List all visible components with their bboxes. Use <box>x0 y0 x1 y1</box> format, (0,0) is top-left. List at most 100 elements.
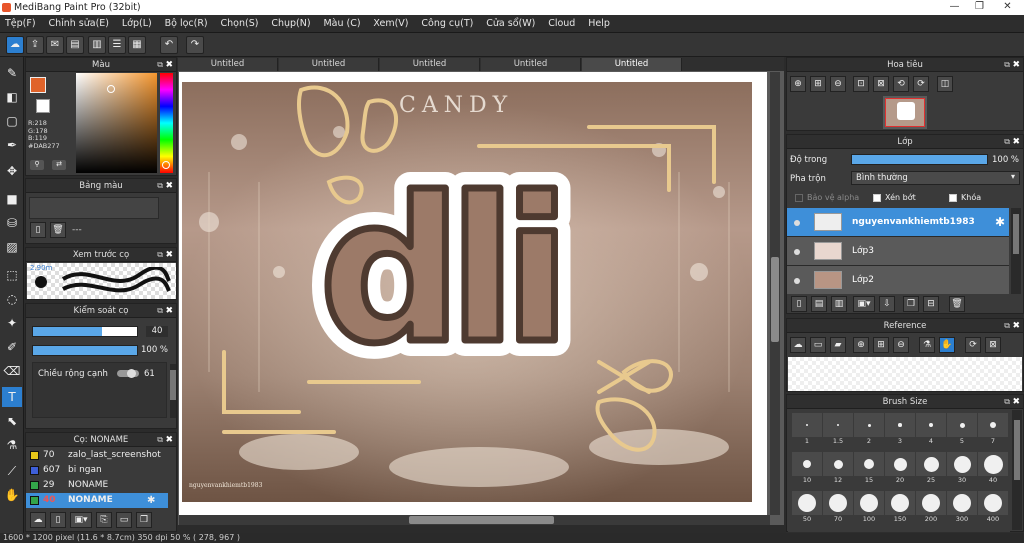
menu-help[interactable]: Help <box>583 15 615 33</box>
cloud-reference-icon[interactable]: ☁ <box>790 337 806 353</box>
flip-icon[interactable]: ◫ <box>937 76 953 92</box>
brush-size-option[interactable]: 50 <box>792 491 822 527</box>
vertical-scrollbar[interactable] <box>770 72 780 515</box>
reference-image-icon[interactable]: ▰ <box>830 337 846 353</box>
rect-fill-icon[interactable]: ■ <box>2 189 22 209</box>
brush-opacity-slider[interactable] <box>32 345 138 356</box>
delete-layer-icon[interactable]: 🗑 <box>949 296 965 312</box>
minimize-button[interactable]: — <box>942 0 967 15</box>
new-layer-icon[interactable]: ▯ <box>791 296 807 312</box>
tab-untitled-3[interactable]: Untitled <box>380 58 480 71</box>
eye-icon[interactable] <box>794 220 800 226</box>
eye-icon[interactable] <box>794 278 800 284</box>
layer-opacity-slider[interactable] <box>851 154 988 165</box>
sv-picker-handle[interactable] <box>107 85 115 93</box>
saturation-value-picker[interactable] <box>76 73 157 173</box>
close-icon[interactable]: ✖ <box>165 304 173 318</box>
tab-untitled-5[interactable]: Untitled <box>582 58 682 71</box>
grid-icon[interactable]: ▦ <box>128 36 146 54</box>
brush-size-option[interactable]: 4 <box>916 413 946 449</box>
brush-size-option[interactable]: 20 <box>885 452 915 488</box>
tab-untitled-2[interactable]: Untitled <box>279 58 379 71</box>
close-icon[interactable]: ✖ <box>1012 395 1020 409</box>
brush-control-scrollbar[interactable] <box>170 364 176 418</box>
brush-size-option[interactable]: 7 <box>978 413 1008 449</box>
eyedrop-small-icon[interactable]: ⚲ <box>30 160 44 170</box>
float-icon[interactable]: ⧉ <box>157 248 163 262</box>
tab-untitled-1[interactable]: Untitled <box>178 58 278 71</box>
zoom-in-icon[interactable]: ⊕ <box>790 76 806 92</box>
primary-color-swatch[interactable] <box>30 77 46 93</box>
menu-window[interactable]: Cửa sổ(W) <box>481 15 540 33</box>
brush-size-option[interactable]: 200 <box>916 491 946 527</box>
reference-canvas[interactable] <box>788 357 1022 391</box>
layer-row[interactable]: Lớp3 <box>787 237 1009 266</box>
rotate-left-icon[interactable]: ⟲ <box>893 76 909 92</box>
brush-item[interactable]: 29 NONAME <box>26 478 176 493</box>
brush-size-option[interactable]: 30 <box>947 452 977 488</box>
brush-size-option[interactable]: 400 <box>978 491 1008 527</box>
gradient-tool-icon[interactable]: ▨ <box>2 237 22 257</box>
hand-icon[interactable]: ✋ <box>939 337 955 353</box>
blend-mode-select[interactable]: Bình thường ▾ <box>851 171 1020 185</box>
new-palette-icon[interactable]: ▯ <box>30 222 46 238</box>
close-icon[interactable]: ✖ <box>165 248 173 262</box>
fit-window-icon[interactable]: ⊠ <box>985 337 1001 353</box>
protect-alpha-checkbox[interactable] <box>795 194 803 202</box>
brush-size-option[interactable]: 2 <box>854 413 884 449</box>
horizontal-scrollbar[interactable] <box>179 515 770 525</box>
brush-tool-icon[interactable]: ✎ <box>2 63 22 83</box>
page-icon[interactable]: ▤ <box>66 36 84 54</box>
move-down-icon[interactable]: ⇩ <box>879 296 895 312</box>
menu-view[interactable]: Xem(V) <box>368 15 413 33</box>
zoom-out-icon[interactable]: ⊖ <box>830 76 846 92</box>
brush-size-option[interactable]: 70 <box>823 491 853 527</box>
close-icon[interactable]: ✖ <box>1012 319 1020 333</box>
add-layer-dropdown[interactable]: ▣▾ <box>853 296 875 312</box>
brush-size-option[interactable]: 150 <box>885 491 915 527</box>
float-icon[interactable]: ⧉ <box>157 433 163 447</box>
merge-layer-icon[interactable]: ⊟ <box>923 296 939 312</box>
rotate-icon[interactable]: ⟳ <box>965 337 981 353</box>
fit-window-icon[interactable]: ⊠ <box>873 76 889 92</box>
divide-tool-icon[interactable]: ⟋ <box>2 461 22 481</box>
close-icon[interactable]: ✖ <box>165 179 173 193</box>
brush-size-option[interactable]: 3 <box>885 413 915 449</box>
new-8bit-layer-icon[interactable]: ▥ <box>831 296 847 312</box>
menu-cloud[interactable]: Cloud <box>543 15 580 33</box>
gear-icon[interactable]: ✱ <box>995 215 1005 229</box>
brush-size-option[interactable]: 25 <box>916 452 946 488</box>
document-icon[interactable]: ▥ <box>88 36 106 54</box>
float-icon[interactable]: ⧉ <box>1004 395 1010 409</box>
magic-wand-icon[interactable]: ✦ <box>2 313 22 333</box>
lock-checkbox[interactable] <box>949 194 957 202</box>
swap-colors-icon[interactable]: ⇄ <box>52 160 66 170</box>
brush-size-option[interactable]: 15 <box>854 452 884 488</box>
close-icon[interactable]: ✖ <box>1012 58 1020 72</box>
float-icon[interactable]: ⧉ <box>157 304 163 318</box>
palette-swatch-area[interactable] <box>29 197 159 219</box>
menu-snap[interactable]: Chụp(N) <box>266 15 315 33</box>
duplicate-layer-icon[interactable]: ❐ <box>903 296 919 312</box>
brush-size-option[interactable]: 5 <box>947 413 977 449</box>
secondary-color-swatch[interactable] <box>36 99 50 113</box>
layer-scrollbar[interactable] <box>1011 208 1021 294</box>
gear-icon[interactable]: ✱ <box>147 493 155 508</box>
tab-untitled-4[interactable]: Untitled <box>481 58 581 71</box>
edge-width-toggle[interactable] <box>117 369 139 378</box>
document-canvas[interactable]: CANDY dli dli nguyenvankhiemtb1983 <box>179 72 767 515</box>
move-tool-icon[interactable]: ✥ <box>2 161 22 181</box>
select-rect-icon[interactable]: ⬚ <box>2 265 22 285</box>
float-icon[interactable]: ⧉ <box>1004 58 1010 72</box>
duplicate-icon[interactable]: ❐ <box>136 512 152 528</box>
float-icon[interactable]: ⧉ <box>1004 319 1010 333</box>
pen-tool-icon[interactable]: ✒ <box>2 135 22 155</box>
lasso-tool-icon[interactable]: ◌ <box>2 289 22 309</box>
zoom-out-icon[interactable]: ⊖ <box>893 337 909 353</box>
maximize-button[interactable]: ❐ <box>967 0 992 15</box>
cloud-icon[interactable]: ☁ <box>6 36 24 54</box>
select-pen-icon[interactable]: ✐ <box>2 337 22 357</box>
copy-brush-icon[interactable]: ⎘ <box>96 512 112 528</box>
zoom-fit-icon[interactable]: ⊞ <box>810 76 826 92</box>
brush-size-value[interactable]: 40 <box>146 326 168 337</box>
